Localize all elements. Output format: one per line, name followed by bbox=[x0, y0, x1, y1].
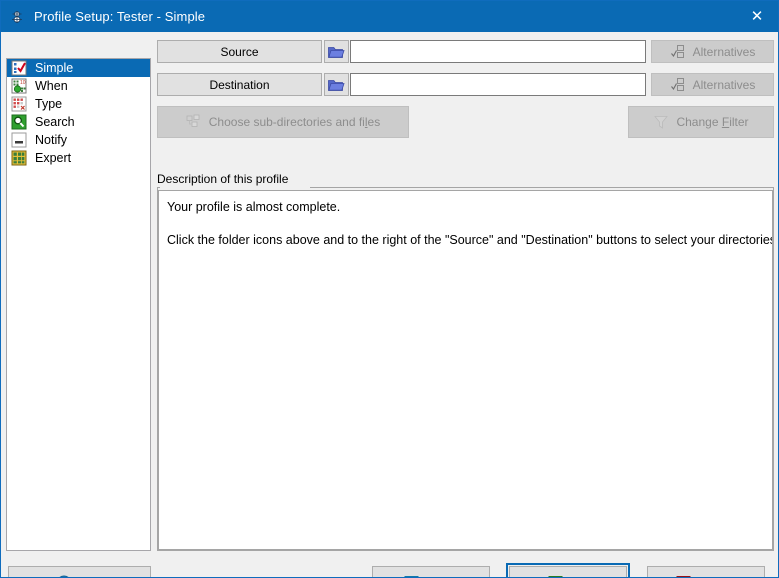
funnel-icon bbox=[653, 114, 669, 130]
destination-path-input[interactable] bbox=[350, 73, 646, 96]
tree-files-icon bbox=[186, 114, 202, 130]
sidebar-item-label: Expert bbox=[35, 151, 72, 165]
folder-icon bbox=[328, 78, 345, 92]
notify-bar-icon bbox=[11, 132, 27, 148]
sidebar-item-label: When bbox=[35, 79, 68, 93]
alternatives-icon bbox=[670, 44, 686, 60]
magnifier-icon bbox=[11, 114, 27, 130]
sidebar-item-label: Type bbox=[35, 97, 63, 111]
sidebar-item-label: Simple bbox=[35, 61, 74, 75]
simple-check-icon bbox=[11, 60, 27, 76]
client-area: Simple 10 When Type Search Notify Expert… bbox=[2, 32, 778, 577]
source-button-label: Source bbox=[220, 44, 259, 59]
apply-check-icon bbox=[404, 575, 420, 577]
footer-bar: ? Help Apply bbox=[2, 557, 778, 577]
folder-icon bbox=[328, 45, 345, 59]
destination-button[interactable]: Destination bbox=[157, 73, 322, 96]
type-grid-icon bbox=[11, 96, 27, 112]
ok-check-icon bbox=[548, 575, 564, 577]
sidebar-item-label: Notify bbox=[35, 133, 67, 147]
destination-folder-browse-button[interactable] bbox=[324, 73, 349, 96]
choose-subdirectories-button[interactable]: Choose sub-directories and files bbox=[157, 106, 409, 138]
description-text-area[interactable]: Your profile is almost complete. Click t… bbox=[158, 190, 773, 550]
sidebar-item-notify[interactable]: Notify bbox=[7, 131, 150, 149]
bug-icon bbox=[9, 8, 25, 25]
svg-text:10: 10 bbox=[20, 80, 26, 86]
help-button[interactable]: ? Help bbox=[8, 566, 151, 577]
description-line: Your profile is almost complete. bbox=[167, 200, 341, 214]
sidebar-item-type[interactable]: Type bbox=[7, 95, 150, 113]
source-folder-browse-button[interactable] bbox=[324, 40, 349, 63]
cancel-x-icon bbox=[676, 575, 692, 577]
help-question-icon: ? bbox=[56, 575, 72, 577]
calendar-clock-icon: 10 bbox=[11, 78, 27, 94]
alternatives-icon bbox=[670, 77, 686, 93]
close-icon[interactable]: ✕ bbox=[734, 1, 778, 32]
apply-button[interactable]: Apply bbox=[372, 566, 490, 577]
sidebar-item-when[interactable]: 10 When bbox=[7, 77, 150, 95]
profile-setup-window: Profile Setup: Tester - Simple ✕ Simple bbox=[0, 0, 779, 578]
expert-grid-icon bbox=[11, 150, 27, 166]
sidebar-item-expert[interactable]: Expert bbox=[7, 149, 150, 167]
sidebar-item-label: Search bbox=[35, 115, 75, 129]
title-bar: Profile Setup: Tester - Simple ✕ bbox=[1, 1, 778, 32]
description-group-label: Description of this profile bbox=[157, 172, 293, 186]
cancel-button[interactable]: Cancel bbox=[647, 566, 765, 577]
sidebar-nav-list[interactable]: Simple 10 When Type Search Notify Expert bbox=[6, 58, 151, 551]
source-button[interactable]: Source bbox=[157, 40, 322, 63]
window-title: Profile Setup: Tester - Simple bbox=[34, 9, 206, 24]
ok-button[interactable]: OK bbox=[506, 563, 630, 577]
choose-subdirectories-label: Choose sub-directories and files bbox=[208, 115, 381, 129]
destination-alternatives-button[interactable]: Alternatives bbox=[651, 73, 774, 96]
change-filter-label: Change Filter bbox=[676, 115, 749, 129]
source-alternatives-label: Alternatives bbox=[692, 44, 756, 59]
destination-alternatives-label: Alternatives bbox=[692, 77, 756, 92]
source-alternatives-button[interactable]: Alternatives bbox=[651, 40, 774, 63]
change-filter-button[interactable]: Change Filter bbox=[628, 106, 774, 138]
sidebar-item-search[interactable]: Search bbox=[7, 113, 150, 131]
description-line: Click the folder icons above and to the … bbox=[167, 233, 773, 247]
source-path-input[interactable] bbox=[350, 40, 646, 63]
destination-button-label: Destination bbox=[209, 77, 270, 92]
sidebar-item-simple[interactable]: Simple bbox=[7, 59, 150, 77]
